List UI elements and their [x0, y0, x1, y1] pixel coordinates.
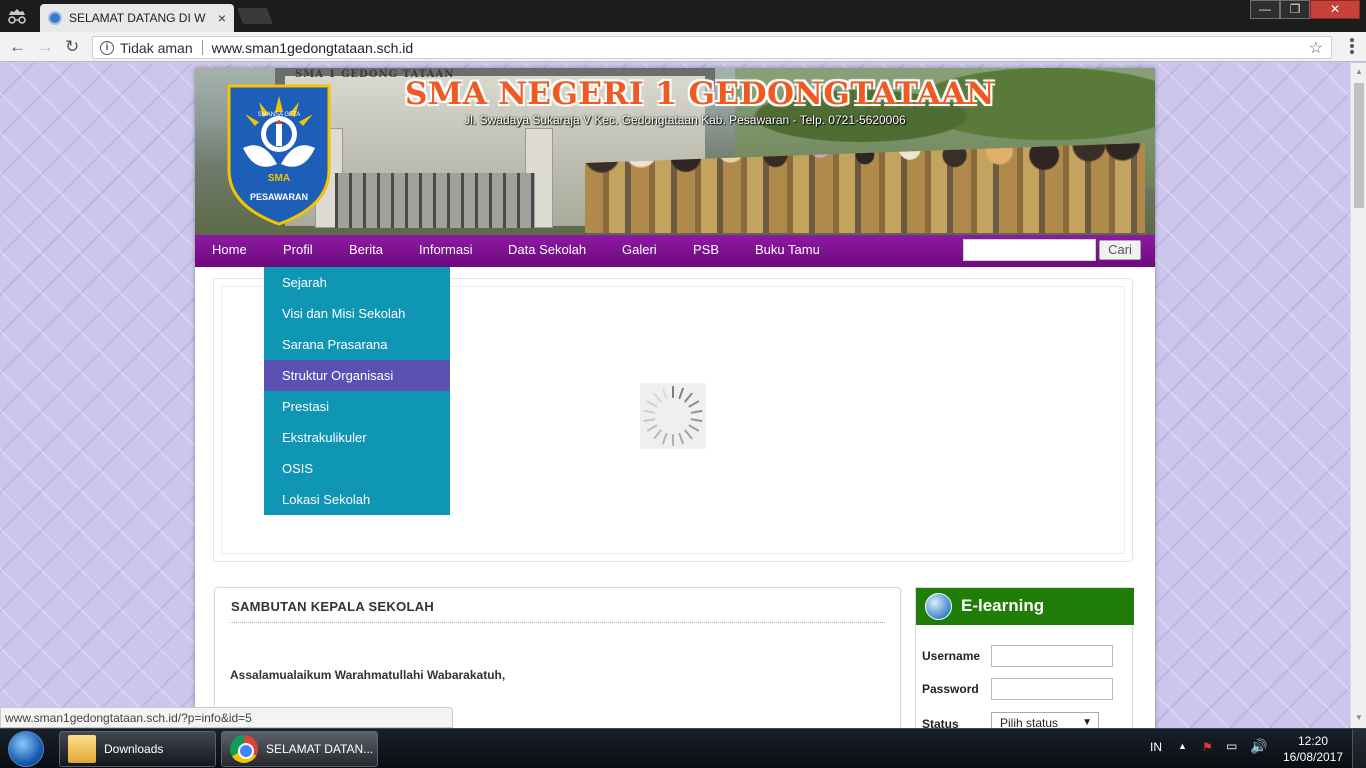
- minimize-button[interactable]: —: [1250, 0, 1280, 19]
- logo-mark: SMA: [268, 173, 290, 184]
- main-navbar: Home Profil Berita Informasi Data Sekola…: [195, 235, 1155, 267]
- search-button[interactable]: Cari: [1099, 240, 1141, 260]
- folder-icon: [68, 735, 96, 763]
- show-desktop-button[interactable]: [1352, 729, 1366, 768]
- status-label: Status: [922, 717, 959, 728]
- elearning-title: E-learning: [961, 596, 1045, 615]
- dropdown-item-lokasi-sekolah[interactable]: Lokasi Sekolah: [264, 484, 450, 515]
- taskbar: Downloads SELAMAT DATAN... IN ▲ ⚑ ▭ 🔊 12…: [0, 728, 1366, 768]
- dropdown-item-ekstrakulikuler[interactable]: Ekstrakulikuler: [264, 422, 450, 453]
- school-address: Jl. Swadaya Sukaraja V Kec. Gedongtataan…: [464, 113, 906, 127]
- tab-close-icon[interactable]: ×: [218, 10, 226, 26]
- nav-buku-tamu[interactable]: Buku Tamu: [755, 235, 820, 267]
- nav-data-sekolah[interactable]: Data Sekolah: [508, 235, 586, 267]
- language-indicator[interactable]: IN: [1150, 740, 1162, 754]
- header-banner: SMA 1 GEDONG TATAAN SMA SMANSA GETA PESA…: [195, 68, 1155, 235]
- back-arrow-icon[interactable]: ←: [9, 37, 26, 57]
- dropdown-item-struktur-organisasi[interactable]: Struktur Organisasi: [264, 360, 450, 391]
- scroll-down-icon[interactable]: ▼: [1355, 713, 1363, 722]
- maximize-button[interactable]: ❐: [1280, 0, 1310, 19]
- elearning-header: E-learning: [916, 588, 1134, 625]
- link-status-bubble: www.sman1gedongtataan.sch.id/?p=info&id=…: [0, 707, 453, 728]
- windows-start-icon: [8, 731, 44, 767]
- status-select-value: Pilih status: [1000, 716, 1059, 728]
- info-icon[interactable]: i: [100, 40, 114, 55]
- status-select[interactable]: Pilih status ▼: [991, 712, 1099, 728]
- page-scrollbar[interactable]: ▲ ▼: [1350, 63, 1366, 728]
- clock-date: 16/08/2017: [1282, 750, 1344, 764]
- scrollbar-thumb[interactable]: [1354, 83, 1364, 208]
- elearning-panel: E-learning Username Password Status Pili…: [915, 587, 1134, 728]
- nav-home[interactable]: Home: [212, 235, 247, 267]
- loading-spinner-icon: [640, 383, 706, 449]
- chrome-icon: [230, 735, 258, 763]
- network-icon[interactable]: ▭: [1226, 739, 1237, 753]
- close-window-button[interactable]: ✕: [1310, 0, 1360, 19]
- incognito-icon: [8, 9, 26, 24]
- taskbar-clock[interactable]: 12:20 16/08/2017: [1278, 733, 1348, 765]
- browser-toolbar: ← → ↻ i Tidak aman www.sman1gedongtataan…: [0, 32, 1366, 62]
- window-controls: — ❐ ✕: [1250, 0, 1360, 19]
- browser-tabstrip: SELAMAT DATANG DI W × — ❐ ✕: [0, 0, 1366, 32]
- taskbar-downloads-label: Downloads: [104, 742, 164, 756]
- username-input[interactable]: [991, 645, 1113, 667]
- page-viewport: SMA 1 GEDONG TATAAN SMA SMANSA GETA PESA…: [0, 63, 1350, 728]
- volume-icon[interactable]: 🔊: [1250, 738, 1267, 755]
- dropdown-item-osis[interactable]: OSIS: [264, 453, 450, 484]
- action-center-icon[interactable]: ⚑: [1202, 740, 1213, 754]
- browser-tab[interactable]: SELAMAT DATANG DI W ×: [40, 4, 234, 32]
- scroll-up-icon[interactable]: ▲: [1355, 67, 1363, 76]
- logo-text-bottom: PESAWARAN: [250, 192, 308, 202]
- password-input[interactable]: [991, 678, 1113, 700]
- tray-expand-icon[interactable]: ▲: [1178, 741, 1187, 751]
- new-tab-button[interactable]: [237, 8, 273, 24]
- site-container: SMA 1 GEDONG TATAAN SMA SMANSA GETA PESA…: [195, 68, 1155, 728]
- taskbar-chrome-label: SELAMAT DATAN...: [266, 742, 374, 756]
- dropdown-arrow-icon: ▼: [1082, 717, 1092, 728]
- banner-gate: [335, 173, 535, 228]
- school-logo: SMA SMANSA GETA PESAWARAN: [227, 84, 331, 226]
- dropdown-item-prestasi[interactable]: Prestasi: [264, 391, 450, 422]
- globe-icon: [925, 593, 952, 620]
- profil-dropdown: Sejarah Visi dan Misi Sekolah Sarana Pra…: [264, 267, 450, 515]
- welcome-greeting: Assalamualaikum Warahmatullahi Wabarakat…: [230, 668, 506, 682]
- nav-psb[interactable]: PSB: [693, 235, 719, 267]
- search-input[interactable]: [963, 239, 1096, 261]
- nav-informasi[interactable]: Informasi: [419, 235, 472, 267]
- welcome-title: SAMBUTAN KEPALA SEKOLAH: [231, 599, 435, 614]
- nav-berita[interactable]: Berita: [349, 235, 383, 267]
- school-name: SMA NEGERI 1 GEDONGTATAAN: [405, 76, 995, 112]
- password-label: Password: [922, 682, 979, 696]
- username-label: Username: [922, 649, 981, 663]
- address-bar[interactable]: i Tidak aman www.sman1gedongtataan.sch.i…: [92, 36, 1332, 59]
- start-button[interactable]: [3, 729, 49, 768]
- nav-galeri[interactable]: Galeri: [622, 235, 657, 267]
- clock-time: 12:20: [1297, 734, 1329, 748]
- bookmark-star-icon[interactable]: ☆: [1309, 38, 1323, 58]
- logo-text-top: SMANSA GETA: [258, 112, 301, 118]
- dropdown-item-sarana-prasarana[interactable]: Sarana Prasarana: [264, 329, 450, 360]
- taskbar-downloads[interactable]: Downloads: [59, 731, 216, 767]
- url-text[interactable]: www.sman1gedongtataan.sch.id: [212, 40, 414, 56]
- nav-profil[interactable]: Profil: [283, 235, 313, 267]
- omnibox-divider: [201, 40, 203, 55]
- dropdown-item-sejarah[interactable]: Sejarah: [264, 267, 450, 298]
- browser-menu-icon[interactable]: [1350, 38, 1354, 56]
- tab-title: SELAMAT DATANG DI W: [69, 11, 206, 25]
- taskbar-chrome[interactable]: SELAMAT DATAN...: [221, 731, 378, 767]
- forward-arrow-icon[interactable]: →: [37, 37, 54, 57]
- security-label: Tidak aman: [120, 39, 193, 56]
- welcome-divider: [230, 622, 885, 623]
- reload-icon[interactable]: ↻: [65, 37, 79, 57]
- favicon-icon: [48, 11, 62, 25]
- dropdown-item-visi-misi[interactable]: Visi dan Misi Sekolah: [264, 298, 450, 329]
